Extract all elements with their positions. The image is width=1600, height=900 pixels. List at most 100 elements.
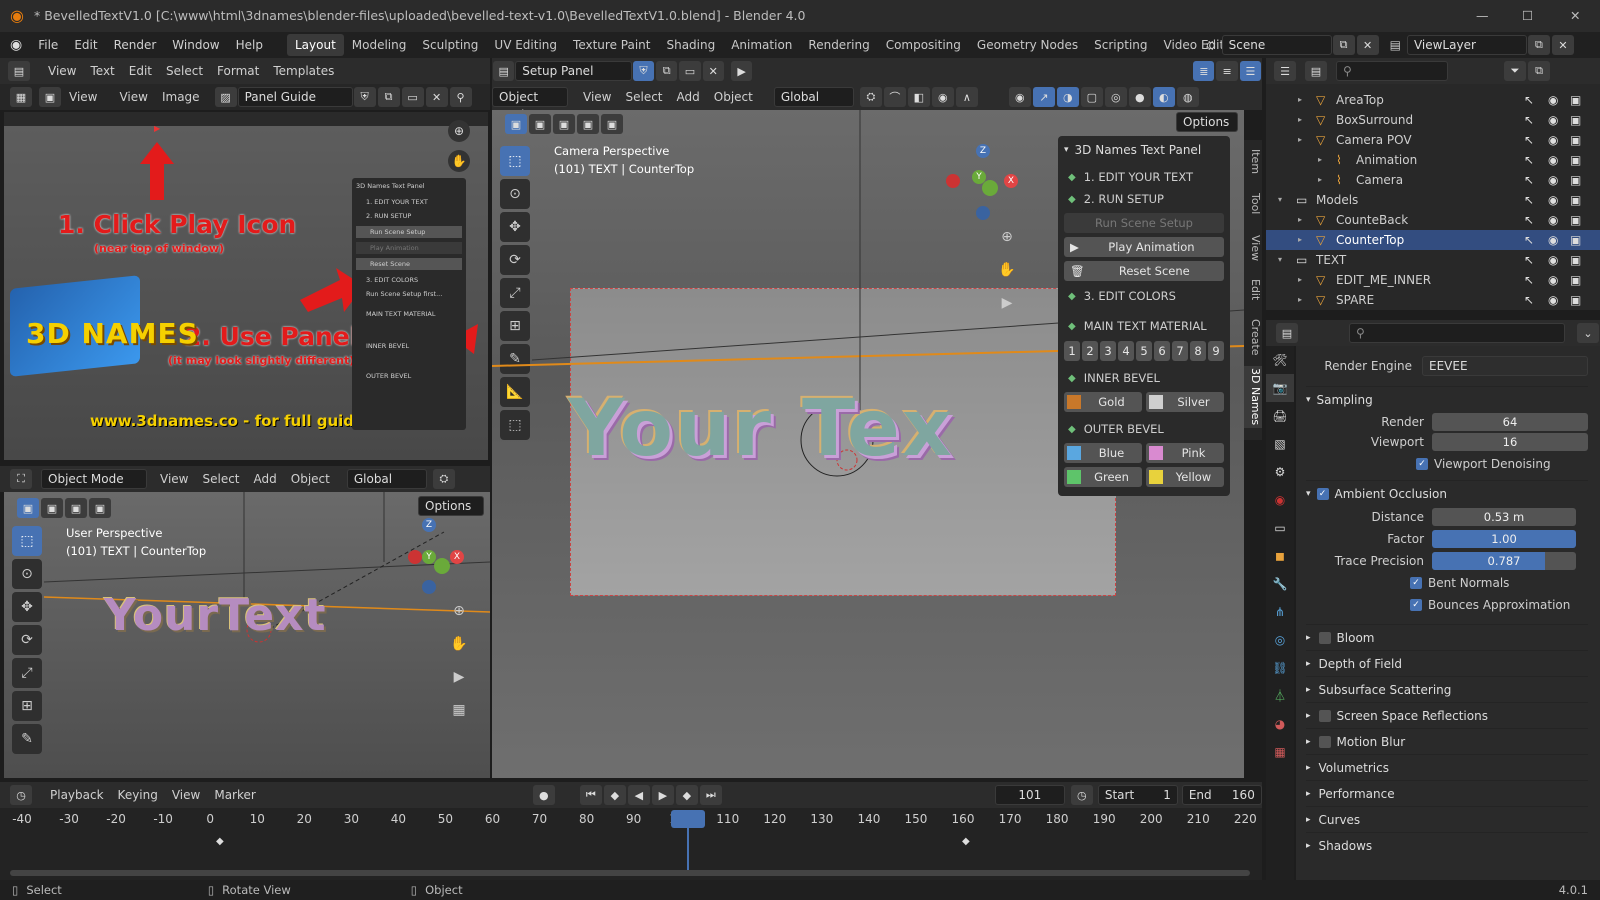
camera-render-icon[interactable]: ▣ xyxy=(1570,270,1581,290)
preview-range-icon[interactable]: ◷ xyxy=(1070,785,1093,805)
tab-compositing[interactable]: Compositing xyxy=(878,34,969,56)
material-7-button[interactable]: 7 xyxy=(1172,341,1188,361)
play-animation-button[interactable]: ▶ Play Animation xyxy=(1064,237,1224,257)
view-layer-selector[interactable]: ViewLayer xyxy=(1406,35,1527,55)
trace-precision-slider[interactable]: 0.787 xyxy=(1432,552,1576,570)
material-6-button[interactable]: 6 xyxy=(1154,341,1170,361)
timeline-ruler[interactable]: -40-30-20-100102030405060708090100110120… xyxy=(0,812,1262,830)
unlink-text-icon[interactable]: ✕ xyxy=(702,61,724,81)
tab-edit[interactable]: Edit xyxy=(1244,272,1262,308)
neg-z-axis-icon[interactable] xyxy=(976,206,990,220)
small-orientation-dropdown[interactable]: Global xyxy=(346,469,427,489)
outliner-item[interactable]: ▸ ⌇ Animation ↖ ◉ ▣ xyxy=(1266,150,1600,170)
xray-icon[interactable]: ▢ xyxy=(1080,87,1103,107)
pin-icon[interactable]: ⚲ xyxy=(449,87,472,107)
camera-render-icon[interactable]: ▣ xyxy=(1570,130,1581,150)
menu-render[interactable]: Render xyxy=(106,32,165,58)
camera-render-icon[interactable]: ▣ xyxy=(1570,230,1581,250)
eye-icon[interactable]: ◉ xyxy=(1548,270,1558,290)
blender-menu-icon[interactable]: ◉ xyxy=(0,37,30,53)
jump-keyframe-forward-icon[interactable]: ◆ xyxy=(675,785,698,805)
start-frame-field[interactable]: Start 1 xyxy=(1097,785,1178,805)
eye-icon[interactable]: ◉ xyxy=(1548,250,1558,270)
script-name-field[interactable]: Setup Panel xyxy=(515,61,632,81)
properties-editor-type-icon[interactable]: ▤ xyxy=(1276,323,1298,343)
section-enable-checkbox[interactable] xyxy=(1318,631,1331,644)
material-5-button[interactable]: 5 xyxy=(1136,341,1152,361)
timeline-menu-view[interactable]: View xyxy=(165,788,207,802)
outliner-item[interactable]: ▸ ▽ CounterTop ↖ ◉ ▣ xyxy=(1266,230,1600,250)
camera-render-icon[interactable]: ▣ xyxy=(1570,250,1581,270)
small-viewport[interactable]: ▣ ▣ ▣ ▣ Options ⬚ ⊙ ✥ ⟳ ⤢ ⊞ ✎ User Perspect… xyxy=(4,492,490,778)
ao-factor-slider[interactable]: 1.00 xyxy=(1432,530,1576,548)
eye-icon[interactable]: ◉ xyxy=(1548,110,1558,130)
expand-chevron-icon[interactable]: ▸ xyxy=(1298,90,1302,110)
image-view-mode-icon[interactable]: ▣ xyxy=(39,87,61,107)
zoom-icon[interactable]: ⊕ xyxy=(992,222,1022,252)
expand-chevron-icon[interactable]: ▸ xyxy=(1298,110,1302,130)
camera-render-icon[interactable]: ▣ xyxy=(1570,90,1581,110)
delete-scene-icon[interactable]: ✕ xyxy=(1356,35,1379,55)
viewport-denoising-toggle[interactable]: ✓ Viewport Denoising xyxy=(1306,452,1588,476)
selectable-icon[interactable]: ↖ xyxy=(1524,210,1534,230)
eye-icon[interactable]: ◉ xyxy=(1548,210,1558,230)
wireframe-shading-icon[interactable]: ◎ xyxy=(1104,87,1127,107)
outliner-item[interactable]: ▸ ▽ CounteBack ↖ ◉ ▣ xyxy=(1266,210,1600,230)
outliner-item[interactable]: ▸ ▽ BoxSurround ↖ ◉ ▣ xyxy=(1266,110,1600,130)
word-wrap-icon[interactable]: ≡ xyxy=(1216,61,1238,81)
tab-tool[interactable]: Tool xyxy=(1244,184,1262,224)
tool-tab-icon[interactable]: 🛠 xyxy=(1266,346,1294,374)
main-orientation-dropdown[interactable]: Global xyxy=(773,87,854,107)
image-editor-type-icon[interactable]: ▦ xyxy=(10,87,32,107)
selectable-icon[interactable]: ↖ xyxy=(1524,90,1534,110)
playhead-frame-badge[interactable] xyxy=(671,810,705,828)
timeline-menu-keying[interactable]: Keying xyxy=(111,788,165,802)
view-layer-tab-icon[interactable]: ▧ xyxy=(1266,430,1294,458)
particles-tab-icon[interactable]: ⋔ xyxy=(1266,598,1294,626)
properties-options-icon[interactable]: ⌄ xyxy=(1577,323,1599,343)
new-view-layer-icon[interactable]: ⧉ xyxy=(1527,35,1550,55)
new-text-icon[interactable]: ⧉ xyxy=(656,61,678,81)
selectable-icon[interactable]: ↖ xyxy=(1524,150,1534,170)
selectable-icon[interactable]: ↖ xyxy=(1524,110,1534,130)
camera-view-icon[interactable]: ▶ xyxy=(992,288,1022,318)
outliner-search-input[interactable]: ⚲ xyxy=(1336,61,1448,81)
ao-enable-checkbox[interactable]: ✓ xyxy=(1316,487,1329,500)
tab-animation[interactable]: Animation xyxy=(723,34,800,56)
main-menu-object[interactable]: Object xyxy=(707,90,760,104)
filter-icon[interactable]: ⏷ xyxy=(1504,61,1526,81)
tab-geometry-nodes[interactable]: Geometry Nodes xyxy=(969,34,1086,56)
object-tab-icon[interactable]: ◼ xyxy=(1266,542,1294,570)
menu-file[interactable]: File xyxy=(30,32,66,58)
render-engine-dropdown[interactable]: EEVEE xyxy=(1422,356,1588,376)
material-9-button[interactable]: 9 xyxy=(1208,341,1224,361)
jump-start-icon[interactable]: ⏮ xyxy=(579,785,602,805)
ambient-occlusion-section-header[interactable]: ▾ ✓ Ambient Occlusion xyxy=(1306,480,1588,506)
main-menu-select[interactable]: Select xyxy=(618,90,669,104)
main-menu-add[interactable]: Add xyxy=(670,90,707,104)
texture-tab-icon[interactable]: ▦ xyxy=(1266,738,1294,766)
tab-create[interactable]: Create xyxy=(1244,312,1262,362)
material-8-button[interactable]: 8 xyxy=(1190,341,1206,361)
yellow-button[interactable]: Yellow xyxy=(1146,467,1224,487)
play-forward-icon[interactable]: ▶ xyxy=(651,785,674,805)
material-3-button[interactable]: 3 xyxy=(1100,341,1116,361)
play-reverse-icon[interactable]: ◀ xyxy=(627,785,650,805)
neg-y-axis-icon[interactable] xyxy=(982,180,998,196)
keyframe-icon[interactable]: ◆ xyxy=(216,836,224,847)
expand-chevron-icon[interactable]: ▸ xyxy=(1318,150,1322,170)
close-button[interactable]: ✕ xyxy=(1570,0,1580,32)
outliner-item[interactable]: ▸ ▽ EDIT_ME_INNER ↖ ◉ ▣ xyxy=(1266,270,1600,290)
jump-end-icon[interactable]: ⏭ xyxy=(699,785,722,805)
outliner-item[interactable]: ▾ ▭ TEXT ↖ ◉ ▣ xyxy=(1266,250,1600,270)
x-axis-icon[interactable]: X xyxy=(1004,174,1018,188)
display-mode-icon[interactable]: ▤ xyxy=(1305,61,1327,81)
proportional-edit-icon[interactable]: ◉ xyxy=(931,87,954,107)
selectable-icon[interactable]: ↖ xyxy=(1524,270,1534,290)
section-header-performance[interactable]: ▸ Performance xyxy=(1306,780,1588,806)
expand-chevron-icon[interactable]: ▾ xyxy=(1278,190,1282,210)
run-scene-setup-button[interactable]: Run Scene Setup xyxy=(1064,213,1224,233)
camera-render-icon[interactable]: ▣ xyxy=(1570,210,1581,230)
render-tab-icon[interactable]: 📷 xyxy=(1266,374,1294,402)
selectable-icon[interactable]: ↖ xyxy=(1524,190,1534,210)
